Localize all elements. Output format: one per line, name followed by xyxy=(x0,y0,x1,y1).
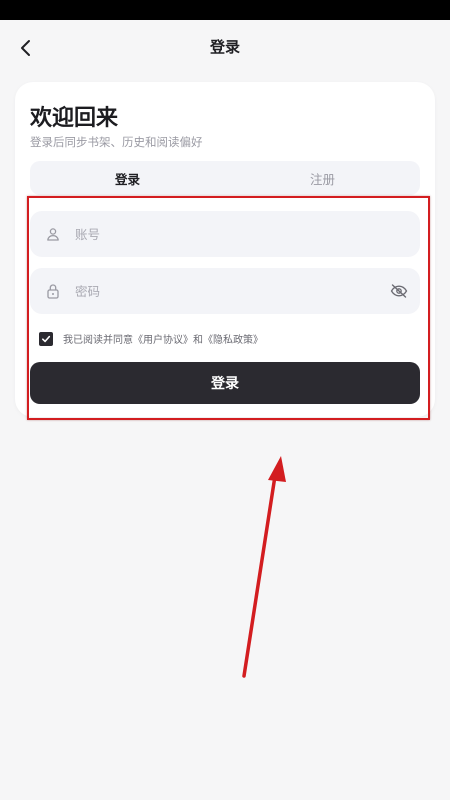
agreement-row: 我已阅读并同意《用户协议》和《隐私政策》 xyxy=(39,331,263,346)
account-field[interactable] xyxy=(30,211,420,257)
eye-off-icon xyxy=(390,284,408,298)
lock-icon xyxy=(43,281,63,301)
tab-login[interactable]: 登录 xyxy=(30,161,225,195)
agreement-checkbox[interactable] xyxy=(39,331,53,346)
login-submit-button[interactable]: 登录 xyxy=(30,362,420,404)
page-title: 登录 xyxy=(209,38,240,56)
auth-tabs: 登录 注册 xyxy=(30,161,420,195)
welcome-subtitle: 登录后同步书架、历史和阅读偏好 xyxy=(30,135,203,149)
agreement-text[interactable]: 我已阅读并同意《用户协议》和《隐私政策》 xyxy=(63,331,263,346)
login-card: 欢迎回来 登录后同步书架、历史和阅读偏好 登录 注册 账号 我已阅读并同意《用户… xyxy=(15,82,435,417)
account-input[interactable] xyxy=(73,225,420,243)
password-field[interactable] xyxy=(30,268,420,314)
tab-register[interactable]: 注册 xyxy=(225,161,420,195)
password-input[interactable] xyxy=(73,282,388,300)
user-icon xyxy=(43,224,63,244)
check-icon xyxy=(42,335,51,342)
status-bar xyxy=(0,0,450,20)
welcome-title: 欢迎回来 xyxy=(30,106,119,131)
password-visibility-toggle[interactable] xyxy=(388,280,410,302)
nav-bar: 登录 xyxy=(0,20,450,76)
